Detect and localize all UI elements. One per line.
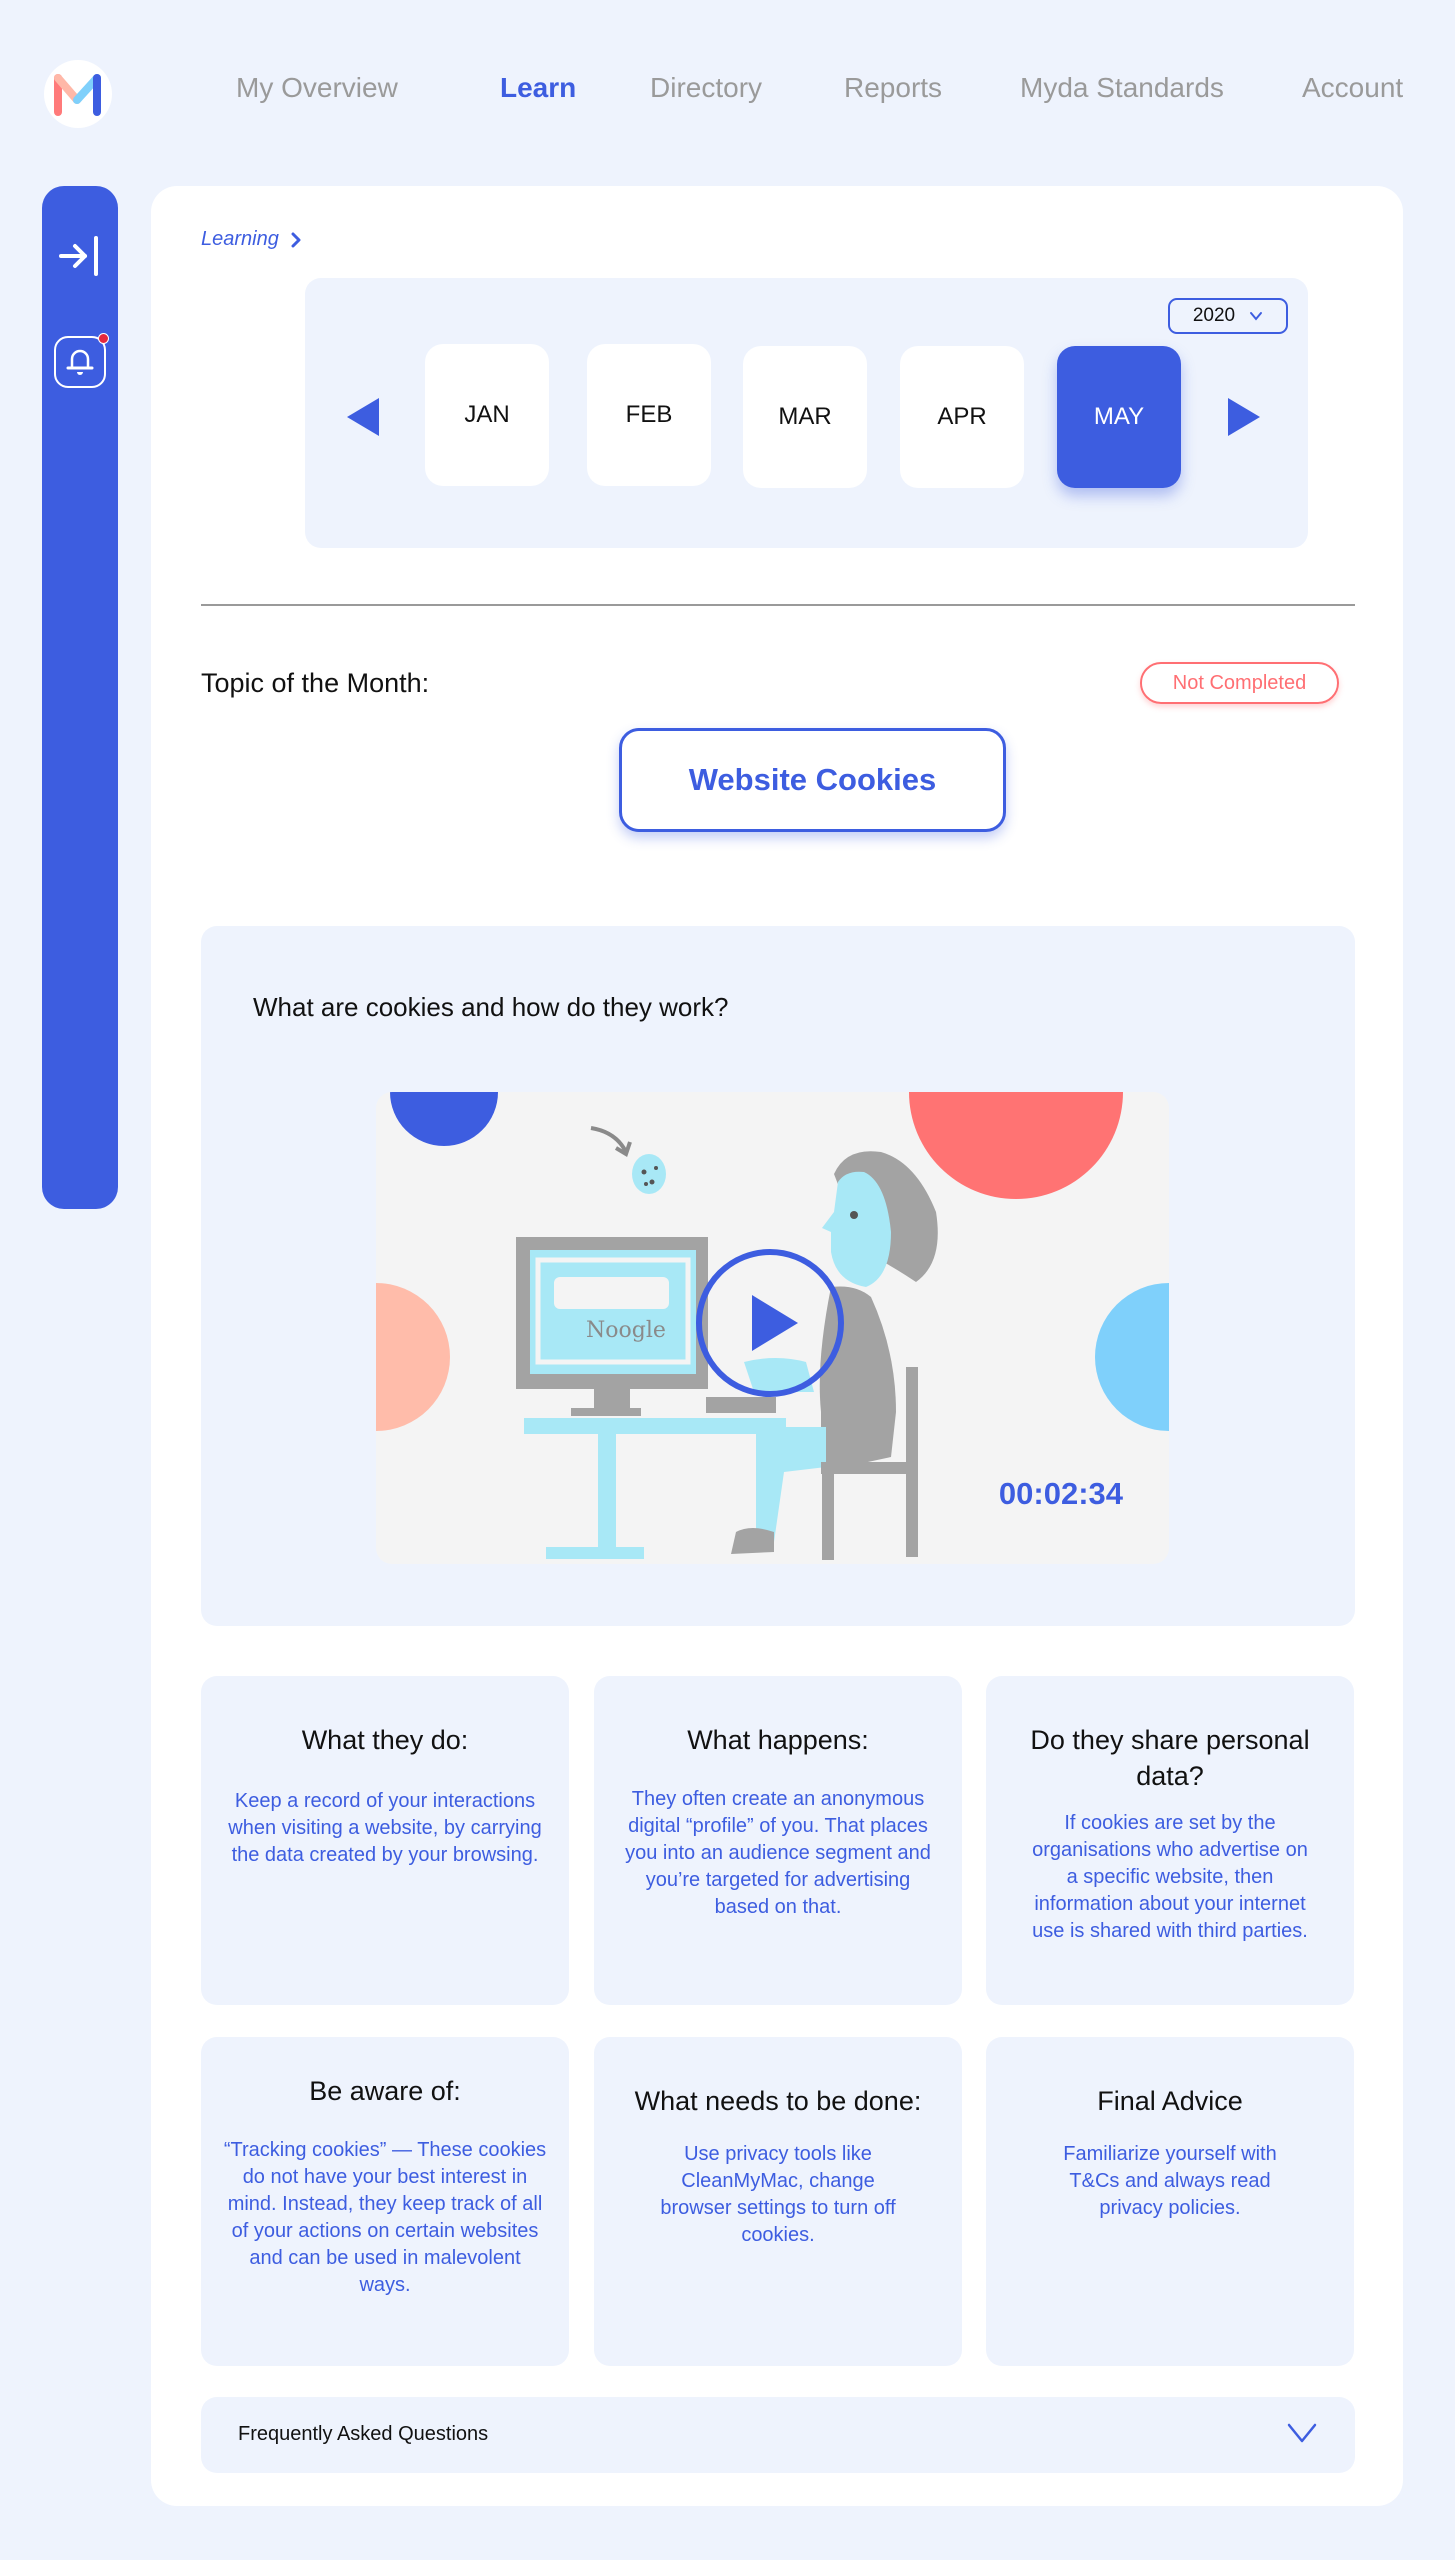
video-duration: 00:02:34 [998,1476,1123,1511]
year-value: 2020 [1192,305,1236,326]
card-body: “Tracking cookies” — These cookies do no… [223,2139,547,2296]
card-title: Do they share personal data? [1030,1725,1310,1791]
video-section: What are cookies and how do they work? N… [201,926,1355,1626]
card-body: They often create an anonymous digital “… [625,1788,931,1918]
card-title: Be aware of: [309,2076,461,2106]
chevron-right-icon [291,232,301,247]
year-dropdown[interactable]: 2020 [1168,298,1288,334]
month-card-jan[interactable]: JAN [425,344,549,486]
person-shoe [731,1528,774,1554]
card-title: What needs to be done: [634,2086,922,2116]
video-title: What are cookies and how do they work? [253,992,729,1022]
card-body: If cookies are set by the organisations … [1032,1812,1308,1942]
main-content: Learning 2020 JAN FEB MAR APR MAY Topic … [151,186,1403,2506]
sidebar [42,186,118,1209]
video-player[interactable]: Noogle 00:02:34 [376,1092,1169,1564]
info-card-final-advice: Final Advice Familiarize yourself with T… [986,2037,1354,2366]
month-card-feb[interactable]: FEB [587,344,711,486]
month-card-may[interactable]: MAY [1057,346,1181,488]
nav-item-account[interactable]: Account [1302,72,1403,104]
notification-dot [98,333,109,344]
nav-item-reports[interactable]: Reports [844,72,942,104]
nav-item-my-overview[interactable]: My Overview [236,72,398,104]
decor-circle-blue [390,1092,498,1146]
info-card-what-happens: What happens: They often create an anony… [594,1676,962,2005]
info-card-personal-data: Do they share personal data? If cookies … [986,1676,1354,2005]
nav-item-learn[interactable]: Learn [500,72,576,104]
arrow-doodle [590,1126,628,1153]
nav-item-directory[interactable]: Directory [650,72,762,104]
chevron-down-icon [1250,312,1263,321]
month-card-mar[interactable]: MAR [743,346,867,488]
bell-icon [66,349,94,375]
faq-accordion[interactable]: Frequently Asked Questions [201,2397,1355,2473]
info-card-what-needs-done: What needs to be done: Use privacy tools… [594,2037,962,2366]
card-title: What they do: [301,1725,469,1755]
desk [524,1418,786,1434]
card-body: Keep a record of your interactions when … [228,1790,542,1866]
play-button[interactable] [696,1249,844,1397]
month-picker: 2020 JAN FEB MAR APR MAY [305,278,1308,548]
card-title: Final Advice [1097,2086,1243,2116]
play-icon [752,1295,798,1351]
illustration-text: Noogle [586,1318,666,1343]
chevron-down-icon[interactable] [1287,2421,1317,2445]
status-badge: Not Completed [1140,662,1339,704]
previous-month-arrow[interactable] [347,398,379,436]
divider [201,604,1355,606]
collapse-arrow-icon [59,236,98,276]
breadcrumb[interactable]: Learning [201,228,301,251]
decor-circle-lightblue [1095,1283,1169,1431]
next-month-arrow[interactable] [1228,398,1260,436]
topic-label: Topic of the Month: [201,668,430,698]
card-body: Familiarize yourself with T&Cs and alway… [1063,2143,1277,2219]
nav-item-myda-standards[interactable]: Myda Standards [1020,72,1224,104]
info-card-be-aware: Be aware of: “Tracking cookies” — These … [201,2037,569,2366]
keyboard [706,1397,776,1413]
topic-title-button[interactable]: Website Cookies [619,728,1006,832]
decor-circle-peach [376,1283,450,1431]
faq-label: Frequently Asked Questions [238,2423,489,2445]
notifications-button[interactable] [54,333,109,388]
card-title: What happens: [687,1725,869,1755]
top-navigation: My Overview Learn Directory Reports Myda… [0,72,1455,116]
info-card-what-they-do: What they do: Keep a record of your inte… [201,1676,569,2005]
person-legs [756,1427,826,1542]
card-body: Use privacy tools like CleanMyMac, chang… [660,2143,896,2246]
expand-sidebar-button[interactable] [54,230,106,282]
breadcrumb-learning[interactable]: Learning [201,228,279,251]
decor-circle-red [909,1092,1123,1199]
cookie-icon [632,1154,666,1194]
month-card-apr[interactable]: APR [900,346,1024,488]
